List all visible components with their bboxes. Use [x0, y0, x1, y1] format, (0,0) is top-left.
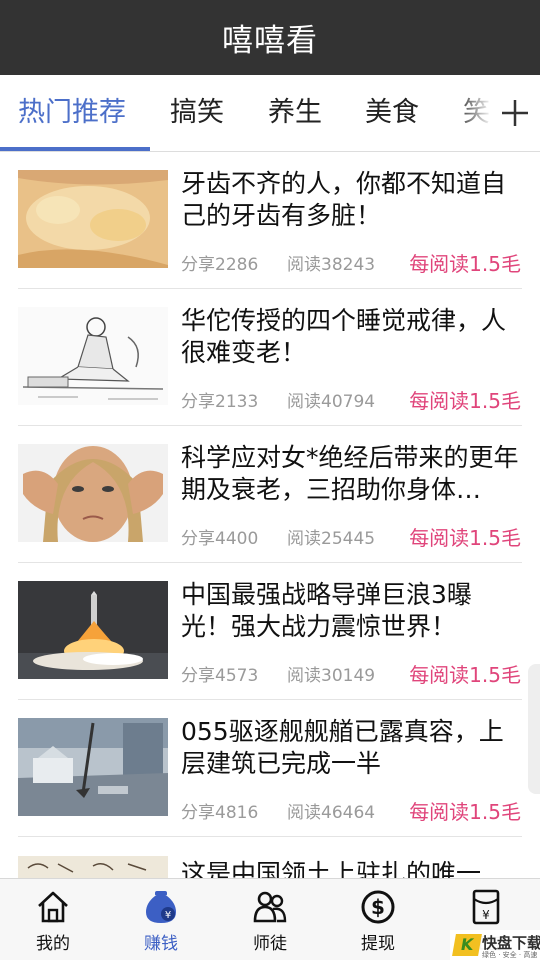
article-item[interactable]: 华佗传授的四个睡觉戒律，人很难变老！ 分享2133 阅读40794 每阅读1.5…	[18, 289, 522, 426]
plus-icon	[502, 100, 528, 126]
share-count: 分享4573	[181, 666, 259, 686]
article-title[interactable]: 中国最强战略导弹巨浪3曝光！强大战力震惊世界！	[181, 579, 521, 643]
article-feed[interactable]: 牙齿不齐的人，你都不知道自己的牙齿有多脏！ 分享2286 阅读38243 每阅读…	[0, 152, 540, 878]
people-icon	[253, 891, 287, 923]
watermark-subtext: 绿色 · 安全 · 高速	[482, 951, 538, 959]
share-count: 分享4816	[181, 803, 259, 823]
article-title[interactable]: 科学应对女*绝经后带来的更年期及衰老，三招助你身体…	[181, 442, 521, 506]
tab-hot-recommend[interactable]: 热门推荐	[18, 75, 126, 151]
reward-label: 每阅读1.5毛	[409, 252, 521, 276]
article-meta: 分享2133 阅读40794 每阅读1.5毛	[181, 385, 521, 413]
article-item-partial[interactable]: 这是中国领土上驻扎的唯一	[18, 852, 522, 878]
nav-label: 师徒	[253, 934, 287, 954]
reward-label: 每阅读1.5毛	[409, 389, 521, 413]
nav-label: 我的	[36, 934, 70, 954]
article-thumbnail-destroyer	[18, 718, 168, 816]
tab-funny[interactable]: 搞笑	[170, 75, 224, 151]
article-thumbnail-calligraphy	[18, 856, 168, 878]
tab-health[interactable]: 养生	[268, 75, 322, 151]
svg-text:¥: ¥	[482, 908, 490, 922]
app-title: 嘻嘻看	[222, 23, 318, 59]
article-meta: 分享2286 阅读38243 每阅读1.5毛	[181, 248, 521, 276]
reward-label: 每阅读1.5毛	[409, 800, 521, 824]
money-bag-icon: ¥	[146, 891, 176, 923]
read-count: 阅读46464	[287, 803, 376, 823]
active-tab-indicator	[0, 147, 150, 151]
article-item[interactable]: 055驱逐舰舰艏已露真容，上层建筑已完成一半 分享4816 阅读46464 每阅…	[18, 700, 522, 837]
app-header: 嘻嘻看	[0, 0, 540, 75]
article-thumbnail-teeth	[18, 170, 168, 268]
article-item[interactable]: 中国最强战略导弹巨浪3曝光！强大战力震惊世界！ 分享4573 阅读30149 每…	[18, 563, 522, 700]
share-count: 分享2286	[181, 255, 259, 275]
article-title[interactable]: 华佗传授的四个睡觉戒律，人很难变老！	[181, 305, 521, 369]
article-title[interactable]: 055驱逐舰舰艏已露真容，上层建筑已完成一半	[181, 716, 521, 780]
article-title[interactable]: 这是中国领土上驻扎的唯一	[181, 854, 481, 878]
reward-label: 每阅读1.5毛	[409, 663, 521, 687]
dollar-coin-icon: $	[361, 890, 395, 924]
article-title[interactable]: 牙齿不齐的人，你都不知道自己的牙齿有多脏！	[181, 168, 521, 232]
watermark-badge: K	[452, 934, 482, 956]
nav-earn[interactable]: ¥ 赚钱	[116, 879, 206, 960]
read-count: 阅读30149	[287, 666, 376, 686]
add-tab-button[interactable]	[490, 75, 540, 151]
tab-food[interactable]: 美食	[365, 75, 419, 151]
nav-label: 赚钱	[144, 934, 178, 954]
red-envelope-icon: ¥	[472, 889, 500, 925]
reward-label: 每阅读1.5毛	[409, 526, 521, 550]
article-thumbnail-missile	[18, 581, 168, 679]
article-meta: 分享4573 阅读30149 每阅读1.5毛	[181, 659, 521, 687]
article-item[interactable]: 牙齿不齐的人，你都不知道自己的牙齿有多脏！ 分享2286 阅读38243 每阅读…	[18, 152, 522, 289]
svg-text:¥: ¥	[165, 910, 171, 921]
tab-fade	[462, 75, 492, 151]
article-thumbnail-woman	[18, 444, 168, 542]
read-count: 阅读38243	[287, 255, 376, 275]
article-meta: 分享4816 阅读46464 每阅读1.5毛	[181, 796, 521, 824]
nav-label: 提现	[361, 934, 395, 954]
share-count: 分享2133	[181, 392, 259, 412]
category-tabs: 热门推荐 搞笑 养生 美食 笑	[0, 75, 540, 152]
article-thumbnail-huatuo	[18, 307, 168, 405]
read-count: 阅读40794	[287, 392, 376, 412]
read-count: 阅读25445	[287, 529, 376, 549]
article-item[interactable]: 科学应对女*绝经后带来的更年期及衰老，三招助你身体… 分享4400 阅读2544…	[18, 426, 522, 563]
share-count: 分享4400	[181, 529, 259, 549]
svg-text:$: $	[371, 895, 385, 919]
home-icon	[38, 891, 68, 923]
watermark-logo: K 快盘下载 绿色 · 安全 · 高速	[450, 930, 540, 960]
article-meta: 分享4400 阅读25445 每阅读1.5毛	[181, 522, 521, 550]
scroll-indicator[interactable]	[528, 664, 540, 794]
nav-withdraw[interactable]: $ 提现	[333, 879, 423, 960]
nav-mentor[interactable]: 师徒	[225, 879, 315, 960]
nav-mine[interactable]: 我的	[8, 879, 98, 960]
